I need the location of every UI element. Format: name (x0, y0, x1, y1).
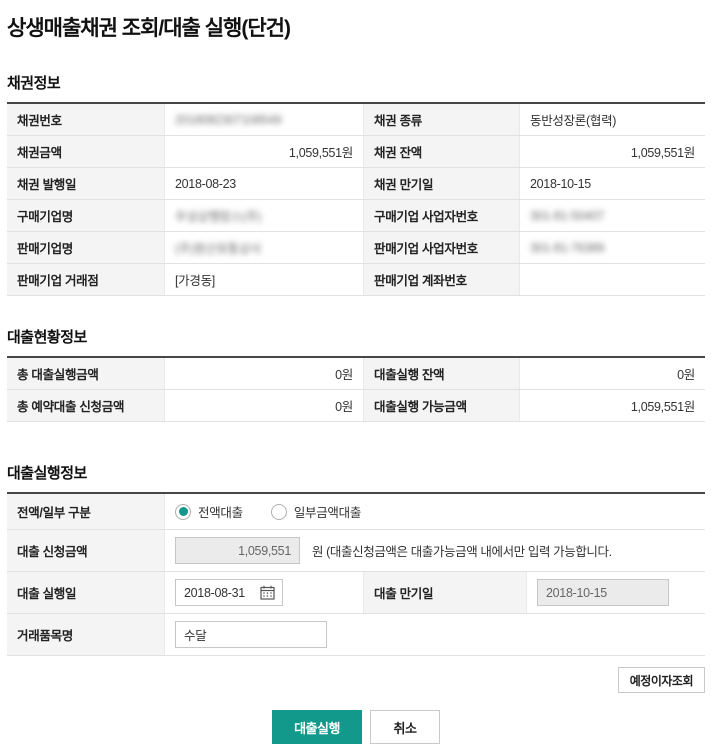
field-label: 총 대출실행금액 (7, 358, 164, 389)
table-row: 총 대출실행금액 0원 대출실행 잔액 0원 (7, 358, 705, 390)
field-label: 전액/일부 구분 (7, 494, 164, 529)
field-label: 채권금액 (7, 136, 164, 167)
radio-partial-loan[interactable]: 일부금액대출 (271, 502, 361, 521)
field-label: 대출실행 가능금액 (363, 390, 519, 421)
section-heading-loan-status: 대출현황정보 (7, 326, 705, 347)
table-row: 전액/일부 구분 전액대출 일부금액대출 (7, 494, 705, 530)
table-row: 판매기업명 (주)청산유통상사 판매기업 사업자번호 301-81-76389 (7, 232, 705, 264)
field-value: [가경동] (164, 264, 363, 295)
exec-date-field (175, 579, 283, 606)
bond-info-table: 채권번호 2018082307108549 채권 종류 동반성장론(협력) 채권… (7, 102, 705, 296)
amount-note: 원 (대출신청금액은 대출가능금액 내에서만 입력 가능합니다. (312, 541, 612, 560)
section-heading-bond-info: 채권정보 (7, 72, 705, 93)
cancel-button[interactable]: 취소 (370, 710, 440, 744)
field-value: 1,059,551원 (164, 136, 363, 167)
field-value: 0원 (164, 358, 363, 389)
field-label: 판매기업 거래점 (7, 264, 164, 295)
field-label: 채권 잔액 (363, 136, 519, 167)
table-row: 채권금액 1,059,551원 채권 잔액 1,059,551원 (7, 136, 705, 168)
table-row: 대출 실행일 대출 만기일 (7, 572, 705, 614)
blurred-value: 301-81-50407 (530, 209, 604, 223)
field-label: 판매기업 사업자번호 (363, 232, 519, 263)
section-heading-loan-exec: 대출실행정보 (7, 462, 705, 483)
blurred-value: 301-81-76389 (530, 241, 604, 255)
loan-exec-table: 전액/일부 구분 전액대출 일부금액대출 대출 신청금액 원 (대출신청금액은 … (7, 492, 705, 656)
blurred-value: 우성상행랑스(주) (175, 206, 261, 225)
field-label: 구매기업 사업자번호 (363, 200, 519, 231)
radio-label: 전액대출 (198, 502, 243, 521)
page-title: 상생매출채권 조회/대출 실행(단건) (7, 12, 705, 42)
execute-loan-button[interactable]: 대출실행 (272, 710, 362, 744)
field-value: 2018-10-15 (519, 168, 705, 199)
radio-unselected-icon[interactable] (271, 504, 287, 520)
loan-status-table: 총 대출실행금액 0원 대출실행 잔액 0원 총 예약대출 신청금액 0원 대출… (7, 356, 705, 422)
maturity-date-input[interactable] (537, 579, 669, 606)
expected-interest-button[interactable]: 예정이자조회 (618, 667, 705, 693)
exec-date-input[interactable] (176, 580, 254, 605)
radio-label: 일부금액대출 (294, 502, 361, 521)
field-value: 동반성장론(협력) (519, 104, 705, 135)
table-row: 채권 발행일 2018-08-23 채권 만기일 2018-10-15 (7, 168, 705, 200)
field-label: 총 예약대출 신청금액 (7, 390, 164, 421)
field-value: 1,059,551원 (519, 390, 705, 421)
table-row: 채권번호 2018082307108549 채권 종류 동반성장론(협력) (7, 104, 705, 136)
table-row: 거래품목명 (7, 614, 705, 656)
table-row: 총 예약대출 신청금액 0원 대출실행 가능금액 1,059,551원 (7, 390, 705, 422)
field-value: 2018-08-23 (164, 168, 363, 199)
item-name-input[interactable] (175, 621, 327, 648)
field-label: 채권 발행일 (7, 168, 164, 199)
field-label: 채권번호 (7, 104, 164, 135)
field-value: 1,059,551원 (519, 136, 705, 167)
calendar-icon[interactable] (254, 580, 280, 605)
field-label: 대출 신청금액 (7, 530, 164, 571)
loan-amount-input[interactable] (175, 537, 300, 564)
loan-type-radio-group: 전액대출 일부금액대출 (175, 502, 361, 521)
field-label: 대출 실행일 (7, 572, 164, 613)
radio-selected-icon[interactable] (175, 504, 191, 520)
field-label: 판매기업명 (7, 232, 164, 263)
interest-button-row: 예정이자조회 (7, 667, 705, 693)
field-value: 0원 (164, 390, 363, 421)
field-label: 대출실행 잔액 (363, 358, 519, 389)
field-label: 채권 종류 (363, 104, 519, 135)
table-row: 판매기업 거래점 [가경동] 판매기업 계좌번호 (7, 264, 705, 296)
field-value: 0원 (519, 358, 705, 389)
field-label: 판매기업 계좌번호 (363, 264, 519, 295)
bottom-actions: 대출실행 취소 (7, 710, 705, 744)
table-row: 구매기업명 우성상행랑스(주) 구매기업 사업자번호 301-81-50407 (7, 200, 705, 232)
blurred-value: (주)청산유통상사 (175, 238, 261, 257)
field-label: 채권 만기일 (363, 168, 519, 199)
radio-full-loan[interactable]: 전액대출 (175, 502, 243, 521)
table-row: 대출 신청금액 원 (대출신청금액은 대출가능금액 내에서만 입력 가능합니다. (7, 530, 705, 572)
field-label: 구매기업명 (7, 200, 164, 231)
field-value (519, 264, 705, 295)
blurred-value: 2018082307108549 (175, 113, 281, 127)
field-label: 대출 만기일 (363, 572, 526, 613)
field-label: 거래품목명 (7, 614, 164, 655)
